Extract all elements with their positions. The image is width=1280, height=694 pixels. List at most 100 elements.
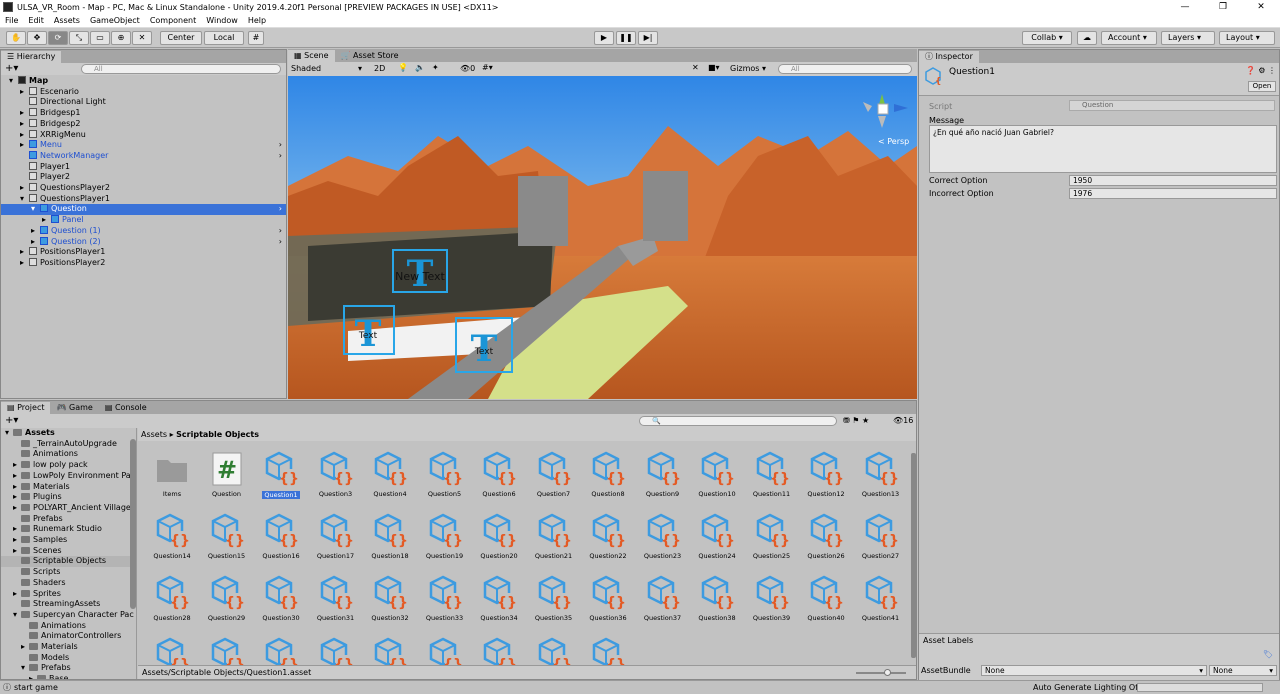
grid-scrollbar[interactable] xyxy=(911,453,916,658)
asset-item[interactable]: {} Question12 xyxy=(800,451,852,498)
asset-item[interactable]: {} Question28 xyxy=(146,575,198,622)
asset-item[interactable]: {} Question32 xyxy=(364,575,416,622)
folder-tree-item[interactable]: ▾ Supercyan Character Pac xyxy=(1,610,136,621)
asset-item[interactable]: {} Question38 xyxy=(691,575,743,622)
folder-tree-item[interactable]: ▸ LowPoly Environment Pac xyxy=(1,471,136,482)
expand-arrow-icon[interactable]: ▸ xyxy=(20,119,29,130)
open-prefab-chevron-icon[interactable]: › xyxy=(279,226,282,237)
asset-item[interactable]: {} Question7 xyxy=(528,451,580,498)
asset-item[interactable]: {} Question27 xyxy=(855,513,907,560)
hierarchy-row[interactable]: ▸ Panel xyxy=(1,215,286,226)
folder-tree-item[interactable]: Models xyxy=(1,653,136,664)
hierarchy-row[interactable]: ▸ XRRigMenu xyxy=(1,129,286,141)
menu-edit[interactable]: Edit xyxy=(23,16,49,25)
expand-arrow-icon[interactable]: ▸ xyxy=(20,258,29,269)
asset-item[interactable]: {} Question9 xyxy=(637,451,689,498)
expand-arrow-icon[interactable]: ▸ xyxy=(13,535,21,546)
folder-tree-item[interactable]: ▸ Materials xyxy=(1,642,136,653)
grid-snap-icon[interactable]: # xyxy=(248,31,264,45)
asset-item[interactable]: {} Question41 xyxy=(855,575,907,622)
expand-arrow-icon[interactable]: ▸ xyxy=(13,482,21,493)
project-search-input[interactable]: 🔍 xyxy=(639,416,837,426)
breadcrumb-assets[interactable]: Assets xyxy=(141,430,167,439)
folder-tree-item[interactable]: StreamingAssets xyxy=(1,599,136,610)
asset-item[interactable]: {} Question39 xyxy=(746,575,798,622)
hand-tool-icon[interactable]: ✋ xyxy=(6,31,26,45)
folder-tree-item[interactable]: Animations xyxy=(1,449,136,460)
folder-tree-item[interactable]: ▸ Plugins xyxy=(1,492,136,503)
tab-hierarchy[interactable]: ☰ Hierarchy xyxy=(1,51,62,63)
folder-tree-item[interactable]: _TerrainAutoUpgrade xyxy=(1,439,136,450)
asset-item[interactable]: {} xyxy=(310,637,362,665)
asset-item[interactable]: {} Question22 xyxy=(582,513,634,560)
correct-option-input[interactable]: 1950 xyxy=(1069,175,1277,186)
2d-toggle[interactable]: 2D xyxy=(374,64,385,73)
expand-arrow-icon[interactable]: ▸ xyxy=(13,503,21,514)
tab-game[interactable]: 🎮 Game xyxy=(50,402,98,414)
expand-arrow-icon[interactable]: ▸ xyxy=(31,237,40,248)
grid-icon[interactable]: #▾ xyxy=(482,63,493,72)
expand-arrow-icon[interactable]: ▸ xyxy=(29,674,37,679)
tools-icon[interactable]: ✕ xyxy=(692,63,699,72)
play-button[interactable]: ▶ xyxy=(594,31,614,45)
folder-tree-item[interactable]: ▸ Runemark Studio xyxy=(1,524,136,535)
pivot-local-toggle[interactable]: Local xyxy=(204,31,244,45)
asset-item[interactable]: {} Question11 xyxy=(746,451,798,498)
assetbundle-dropdown[interactable]: None ▾ xyxy=(981,665,1207,676)
asset-item[interactable]: {} Question3 xyxy=(310,451,362,498)
icon-size-slider-thumb[interactable] xyxy=(884,669,891,676)
open-button[interactable]: Open xyxy=(1248,81,1276,92)
open-prefab-chevron-icon[interactable]: › xyxy=(279,237,282,248)
collab-button[interactable]: Collab ▾ xyxy=(1022,31,1072,45)
hierarchy-row[interactable]: ▾ Map xyxy=(1,76,286,87)
asset-item[interactable]: {} xyxy=(201,637,253,665)
incorrect-option-input[interactable]: 1976 xyxy=(1069,188,1277,199)
expand-arrow-icon[interactable]: ▸ xyxy=(42,215,51,226)
asset-item[interactable]: {} Question23 xyxy=(637,513,689,560)
asset-item[interactable]: {} Question26 xyxy=(800,513,852,560)
asset-item[interactable]: {} Question14 xyxy=(146,513,198,560)
folder-tree-item[interactable]: ▸ Samples xyxy=(1,535,136,546)
tab-inspector[interactable]: ⓘ Inspector xyxy=(919,51,979,63)
asset-item[interactable]: {} Question29 xyxy=(201,575,253,622)
asset-item[interactable]: {} Question6 xyxy=(473,451,525,498)
hierarchy-row[interactable]: ▸ Menu › xyxy=(1,140,286,151)
hierarchy-row[interactable]: ▸ Escenario xyxy=(1,86,286,98)
asset-item[interactable]: {} Question13 xyxy=(855,451,907,498)
project-create-plus-icon[interactable]: +▾ xyxy=(5,414,18,427)
asset-item[interactable]: {} xyxy=(146,637,198,665)
asset-item[interactable]: Items xyxy=(146,451,198,498)
cloud-icon[interactable]: ☁ xyxy=(1077,31,1097,45)
variant-dropdown[interactable]: None ▾ xyxy=(1209,665,1277,676)
asset-item[interactable]: {} Question34 xyxy=(473,575,525,622)
expand-arrow-icon[interactable]: ▸ xyxy=(20,140,29,151)
custom-tool-icon[interactable]: ✕ xyxy=(132,31,152,45)
move-tool-icon[interactable]: ✥ xyxy=(27,31,47,45)
step-button[interactable]: ▶| xyxy=(638,31,658,45)
expand-arrow-icon[interactable]: ▸ xyxy=(13,471,21,482)
asset-item[interactable]: {} Question1 xyxy=(255,451,307,499)
pivot-center-toggle[interactable]: Center xyxy=(160,31,202,45)
hierarchy-row[interactable]: ▸ Question (1) › xyxy=(1,225,286,237)
tab-asset-store[interactable]: 🛒 Asset Store xyxy=(335,50,405,62)
asset-item[interactable]: {} xyxy=(473,637,525,665)
asset-item[interactable]: {} Question4 xyxy=(364,451,416,498)
audio-icon[interactable]: 🔈 xyxy=(415,63,425,72)
camera-icon[interactable]: ■▾ xyxy=(708,63,720,72)
folder-tree-item[interactable]: ▾ Assets xyxy=(1,428,136,439)
layers-dropdown[interactable]: Layers ▾ xyxy=(1161,31,1215,45)
account-dropdown[interactable]: Account ▾ xyxy=(1101,31,1157,45)
expand-arrow-icon[interactable]: ▸ xyxy=(20,87,29,98)
asset-item[interactable]: {} Question37 xyxy=(637,575,689,622)
hierarchy-row[interactable]: Directional Light xyxy=(1,97,286,108)
hierarchy-row[interactable]: ▸ Question (2) › xyxy=(1,236,286,248)
expand-arrow-icon[interactable]: ▸ xyxy=(13,589,21,600)
hierarchy-row[interactable]: NetworkManager › xyxy=(1,150,286,162)
menu-file[interactable]: File xyxy=(0,16,23,25)
message-textarea[interactable]: ¿En qué año nació Juan Gabriel? xyxy=(929,125,1277,173)
tab-project[interactable]: ▤ Project xyxy=(1,402,51,414)
folder-tree-item[interactable]: Scripts xyxy=(1,567,136,578)
tree-scrollbar[interactable] xyxy=(130,439,136,609)
asset-item[interactable]: {} Question5 xyxy=(419,451,471,498)
asset-item[interactable]: {} Question17 xyxy=(310,513,362,560)
